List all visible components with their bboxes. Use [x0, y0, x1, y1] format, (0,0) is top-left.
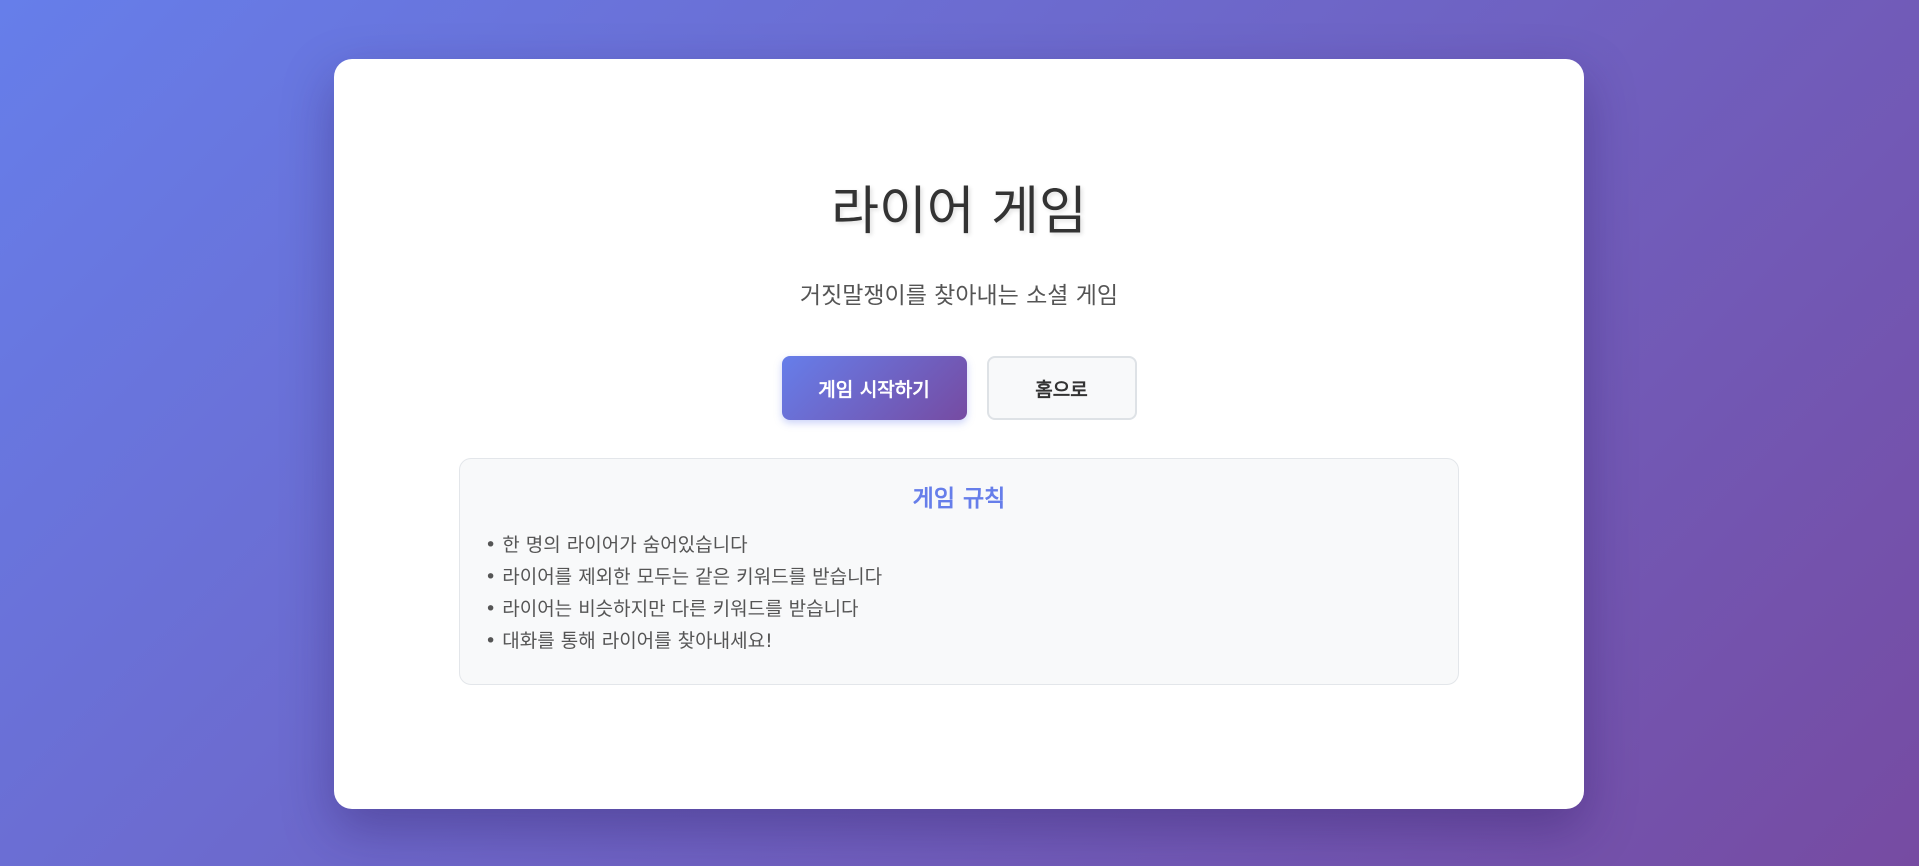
button-group: 게임 시작하기 홈으로: [334, 356, 1584, 420]
main-card: 라이어 게임 거짓말쟁이를 찾아내는 소셜 게임 게임 시작하기 홈으로 게임 …: [334, 59, 1584, 809]
rule-item: • 라이어를 제외한 모두는 같은 키워드를 받습니다: [485, 565, 883, 588]
page-title: 라이어 게임: [831, 182, 1087, 242]
rule-item: • 라이어는 비슷하지만 다른 키워드를 받습니다: [485, 597, 859, 620]
rule-item: • 대화를 통해 라이어를 찾아내세요!: [485, 629, 773, 652]
rules-list: • 한 명의 라이어가 숨어있습니다 • 라이어를 제외한 모두는 같은 키워드…: [485, 529, 1433, 657]
rules-title: 게임 규칙: [912, 486, 1006, 512]
start-game-button[interactable]: 게임 시작하기: [781, 356, 967, 420]
home-button[interactable]: 홈으로: [986, 356, 1137, 420]
rule-item: • 한 명의 라이어가 숨어있습니다: [485, 533, 748, 556]
page-subtitle: 거짓말쟁이를 찾아내는 소셜 게임: [799, 283, 1119, 309]
rules-box: 게임 규칙 • 한 명의 라이어가 숨어있습니다 • 라이어를 제외한 모두는 …: [459, 458, 1459, 685]
